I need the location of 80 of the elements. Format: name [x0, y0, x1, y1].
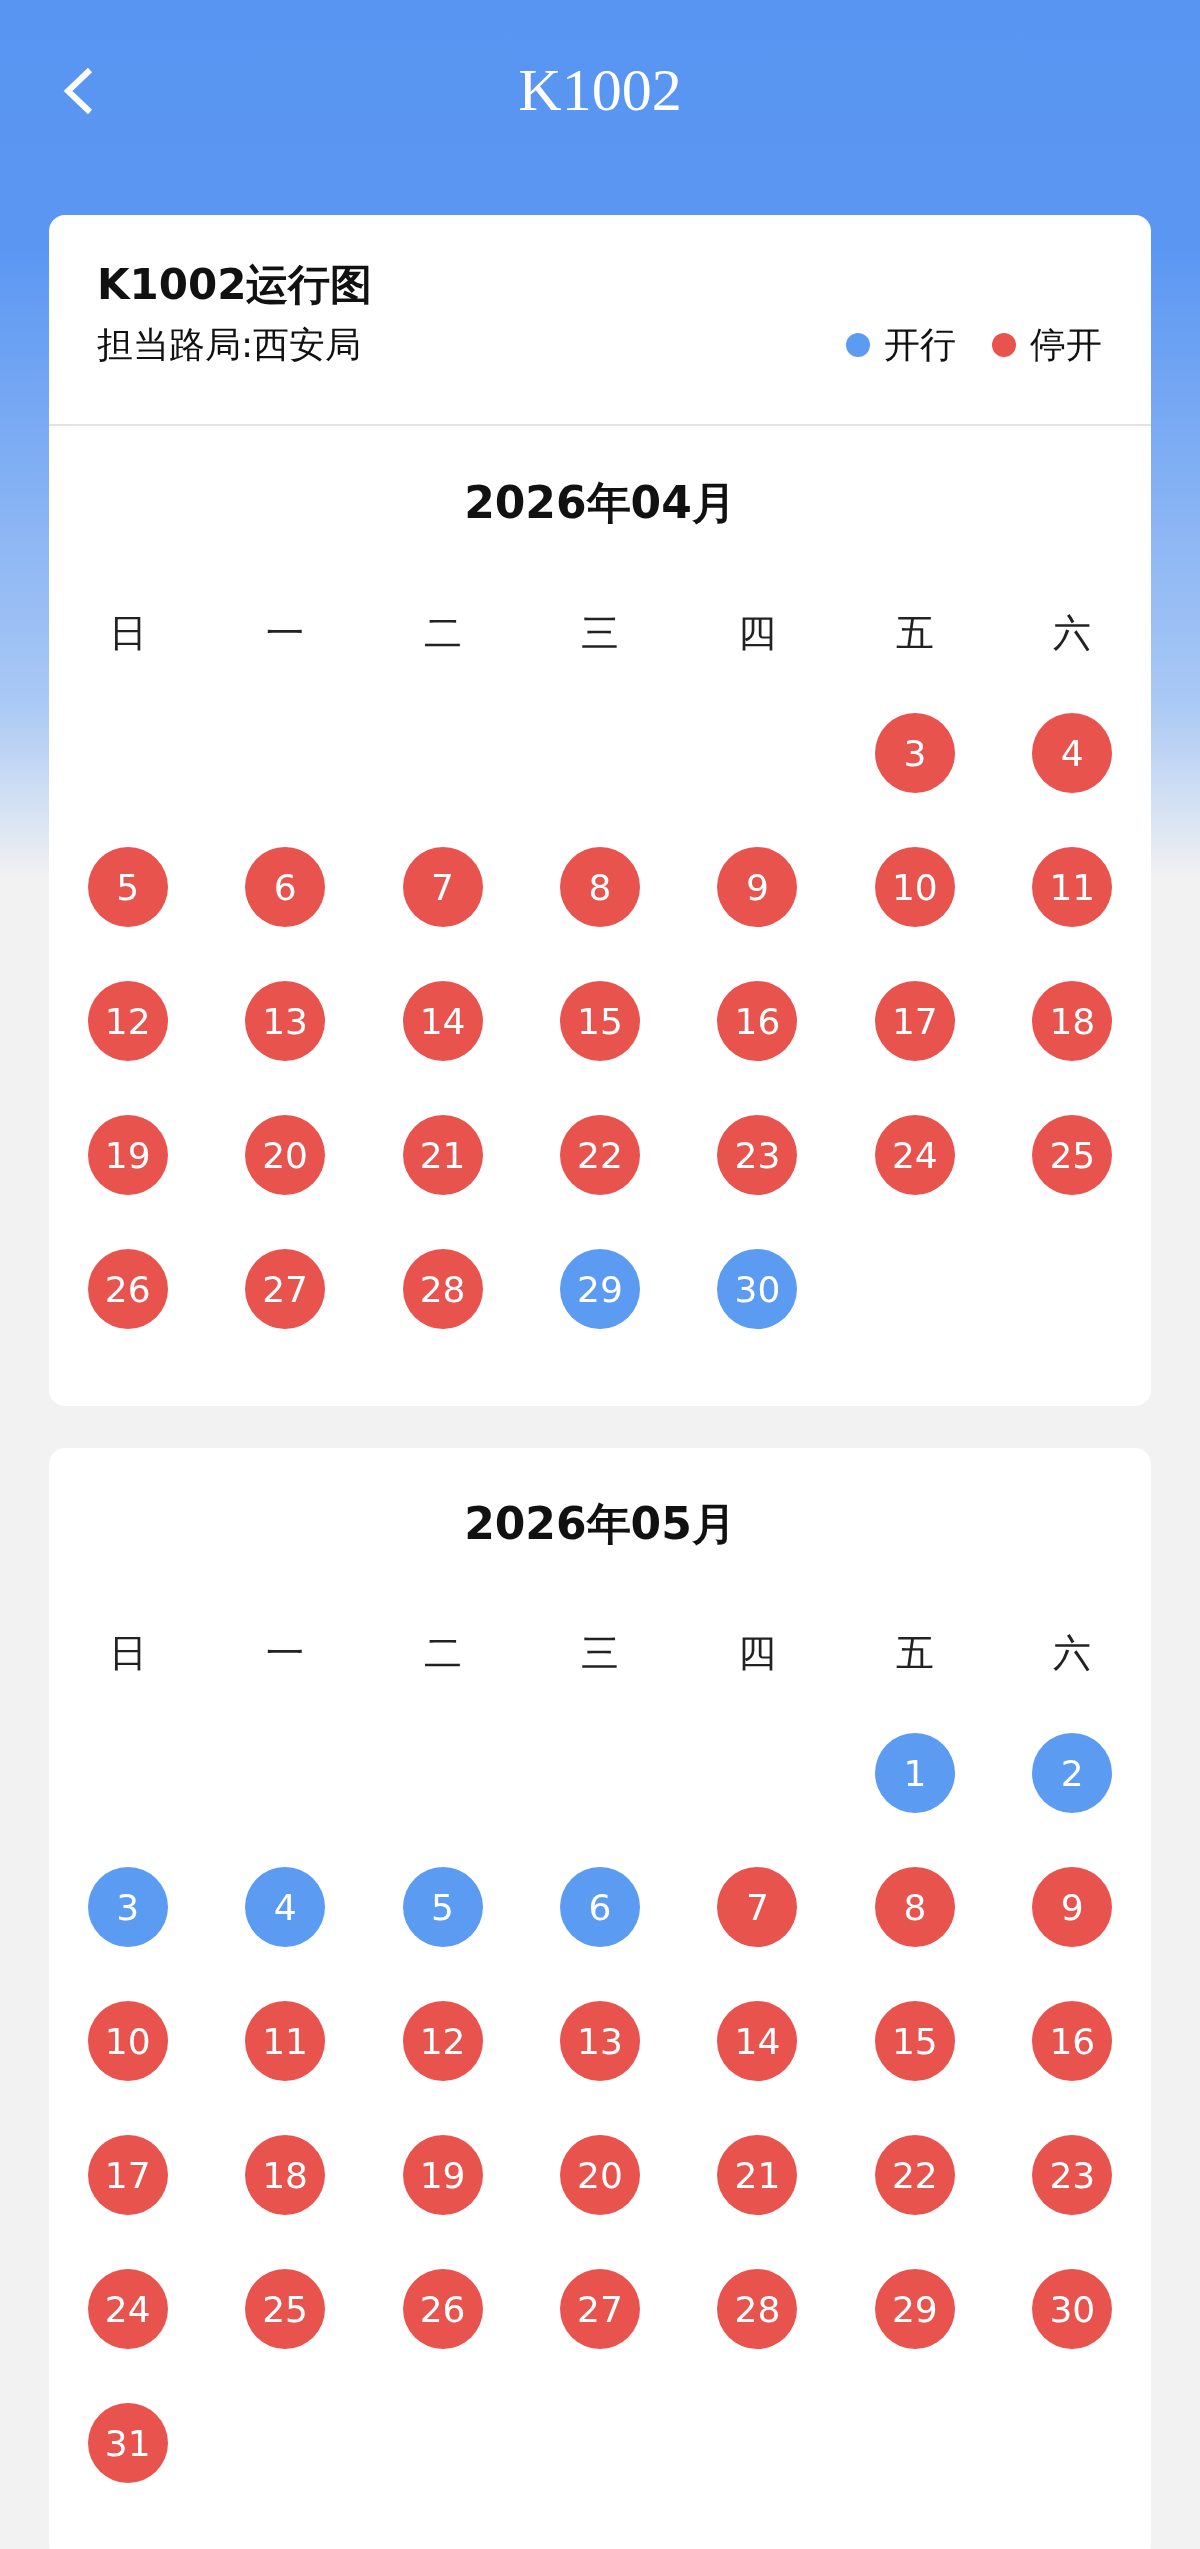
- month-title: 2026年05月: [464, 1496, 736, 1551]
- day-marker: 7: [717, 1867, 798, 1947]
- day-marker: 23: [1032, 2135, 1113, 2215]
- day-marker: 11: [1032, 847, 1113, 927]
- day-marker: 27: [560, 2269, 640, 2349]
- day-marker: 7: [402, 847, 483, 927]
- day-marker: 14: [402, 981, 483, 1061]
- day-marker: 1: [874, 1733, 955, 1813]
- day-marker: 12: [402, 2001, 483, 2081]
- day-marker: 4: [245, 1867, 326, 1947]
- weekday-label: 四: [738, 609, 777, 657]
- legend-label: 开行: [884, 323, 956, 367]
- day-marker: 5: [87, 847, 168, 927]
- bureau-label: 担当路局:西安局: [97, 323, 362, 367]
- weekday-label: 一: [266, 1629, 305, 1677]
- day-marker: 28: [717, 2269, 798, 2349]
- day-marker: 13: [560, 2001, 640, 2081]
- weekday-label: 二: [423, 1629, 462, 1677]
- day-marker: 12: [87, 981, 168, 1061]
- weekday-label: 三: [581, 609, 619, 657]
- day-marker: 17: [874, 981, 955, 1061]
- day-marker: 9: [717, 847, 798, 927]
- day-marker: 11: [245, 2001, 326, 2081]
- weekday-label: 五: [895, 1629, 934, 1677]
- day-marker: 21: [717, 2135, 798, 2215]
- day-marker: 16: [717, 981, 798, 1061]
- day-marker: 22: [560, 1115, 640, 1195]
- weekday-label: 六: [1053, 1629, 1092, 1677]
- day-marker: 5: [402, 1867, 483, 1947]
- day-marker: 29: [560, 1249, 640, 1329]
- day-marker: 13: [245, 981, 326, 1061]
- weekday-label: 五: [895, 609, 934, 657]
- day-marker: 6: [560, 1867, 640, 1947]
- day-marker: 20: [245, 1115, 326, 1195]
- weekday-label: 一: [266, 609, 305, 657]
- weekday-label: 二: [423, 609, 462, 657]
- day-marker: 26: [87, 1249, 168, 1329]
- day-marker: 30: [717, 1249, 798, 1329]
- day-marker: 24: [87, 2269, 168, 2349]
- day-marker: 4: [1032, 713, 1113, 793]
- day-marker: 29: [874, 2269, 955, 2349]
- weekday-label: 日: [108, 1629, 147, 1677]
- day-marker: 31: [87, 2403, 168, 2483]
- day-marker: 16: [1032, 2001, 1113, 2081]
- day-marker: 2: [1032, 1733, 1113, 1813]
- day-marker: 18: [1032, 981, 1113, 1061]
- legend-label: 停开: [1030, 323, 1102, 367]
- weekday-label: 日: [108, 609, 147, 657]
- day-marker: 6: [245, 847, 326, 927]
- day-marker: 27: [245, 1249, 326, 1329]
- month-title: 2026年04月: [464, 475, 736, 530]
- day-marker: 18: [245, 2135, 326, 2215]
- day-marker: 8: [560, 847, 640, 927]
- day-marker: 19: [87, 1115, 168, 1195]
- day-marker: 10: [874, 847, 955, 927]
- day-marker: 9: [1032, 1867, 1113, 1947]
- day-marker: 3: [87, 1867, 168, 1947]
- weekday-label: 六: [1053, 609, 1092, 657]
- day-marker: 21: [402, 1115, 483, 1195]
- weekday-label: 四: [738, 1629, 777, 1677]
- day-marker: 8: [874, 1867, 955, 1947]
- day-marker: 28: [402, 1249, 483, 1329]
- day-marker: 17: [87, 2135, 168, 2215]
- day-marker: 24: [874, 1115, 955, 1195]
- day-marker: 15: [560, 981, 640, 1061]
- day-marker: 19: [402, 2135, 483, 2215]
- day-marker: 10: [87, 2001, 168, 2081]
- day-marker: 15: [874, 2001, 955, 2081]
- chart-title: K1002运行图: [97, 259, 374, 311]
- page-title: K1002: [518, 56, 682, 125]
- day-marker: 26: [402, 2269, 483, 2349]
- day-marker: 20: [560, 2135, 640, 2215]
- day-marker: 22: [874, 2135, 955, 2215]
- day-marker: 23: [717, 1115, 798, 1195]
- day-marker: 14: [717, 2001, 798, 2081]
- day-marker: 25: [1032, 1115, 1113, 1195]
- day-marker: 3: [874, 713, 955, 793]
- day-marker: 25: [245, 2269, 326, 2349]
- weekday-label: 三: [581, 1629, 619, 1677]
- day-marker: 30: [1032, 2269, 1113, 2349]
